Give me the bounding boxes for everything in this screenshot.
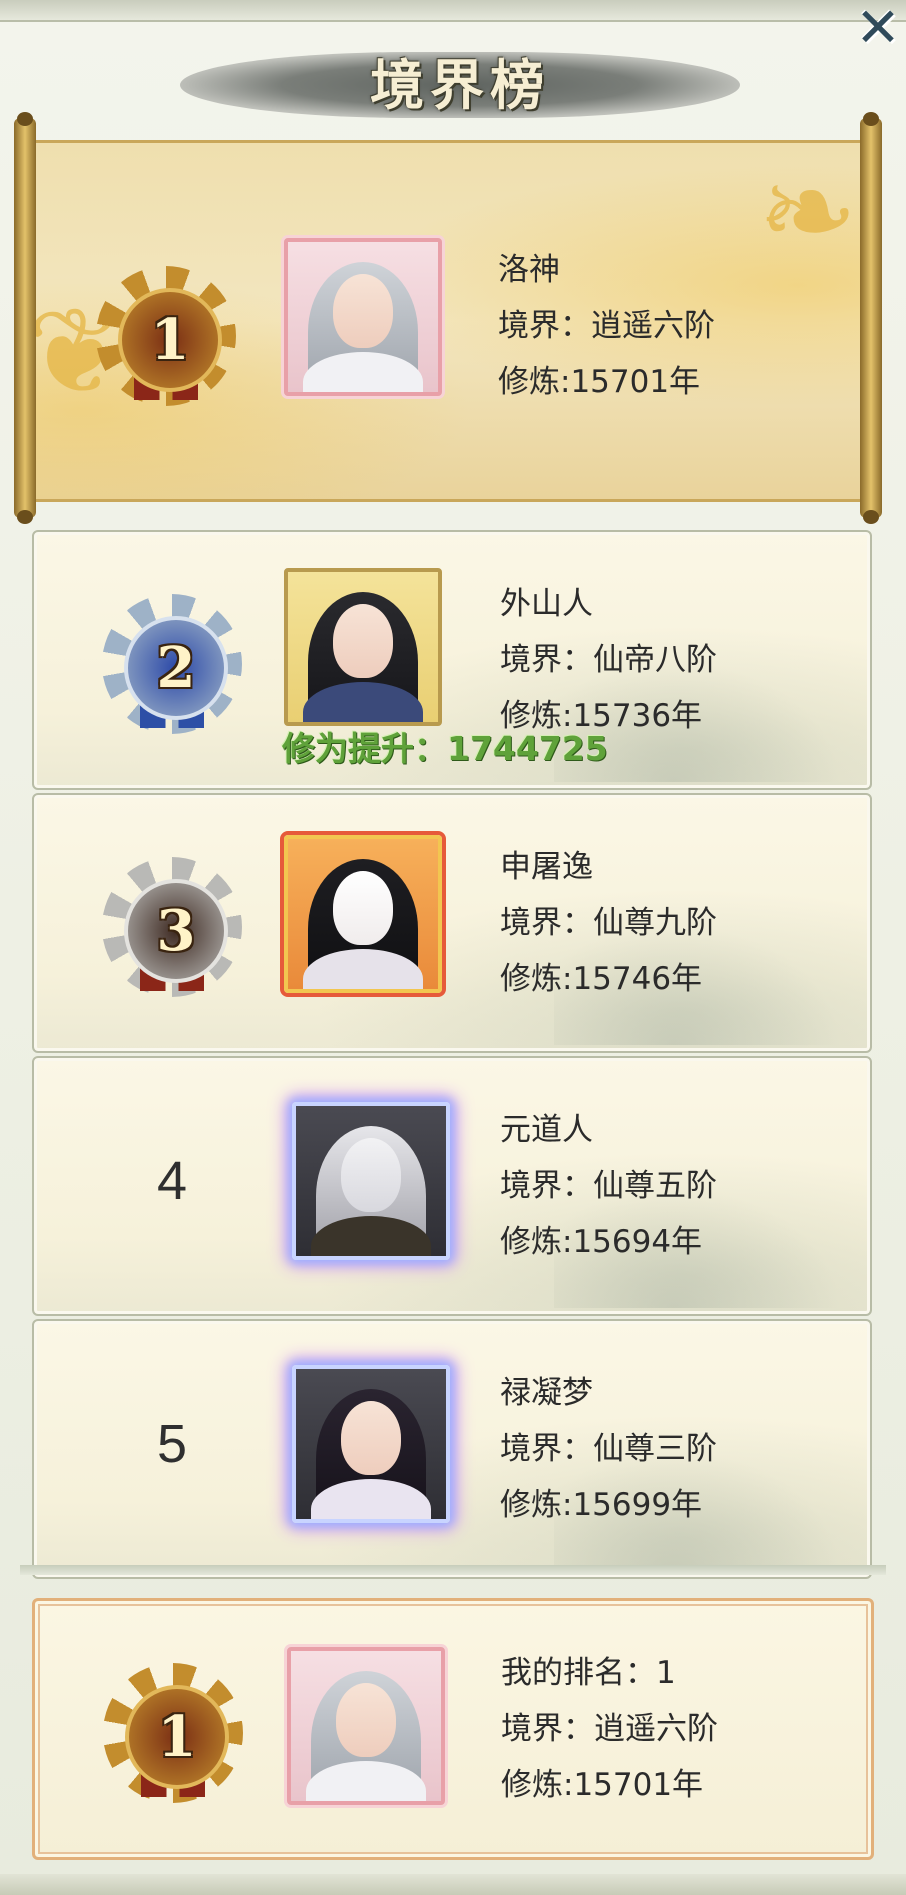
- player-name: 外山人: [500, 586, 593, 622]
- player-name: 申屠逸: [500, 849, 593, 885]
- player-avatar[interactable]: [284, 568, 442, 726]
- player-info: 元道人 境界：仙尊五阶 修炼:15694年: [500, 1102, 717, 1270]
- player-name: 禄凝梦: [500, 1375, 593, 1411]
- top-border: [0, 0, 906, 22]
- player-realm: 境界：仙尊五阶: [500, 1168, 717, 1204]
- my-rank-card[interactable]: 1 我的排名：1 境界：逍遥六阶 修炼:15701年: [32, 1598, 874, 1860]
- silver-medal-icon: 3: [102, 857, 242, 997]
- close-button[interactable]: ✕: [850, 0, 906, 56]
- phoenix-right-decoration: ❧: [757, 143, 858, 282]
- player-cultivation: 修炼:15701年: [498, 364, 701, 400]
- player-info: 洛神 境界：逍遥六阶 修炼:15701年: [498, 242, 715, 410]
- player-cultivation: 修炼:15694年: [500, 1224, 703, 1260]
- player-avatar[interactable]: [292, 1102, 450, 1260]
- player-info: 外山人 境界：仙帝八阶 修炼:15736年: [500, 576, 717, 744]
- title-banner: 境界榜: [180, 42, 740, 128]
- bottom-border: [0, 1874, 906, 1895]
- list-divider: [20, 1565, 886, 1575]
- player-info: 申屠逸 境界：仙尊九阶 修炼:15746年: [500, 839, 717, 1007]
- scroll-rod-right: [860, 112, 882, 524]
- player-avatar[interactable]: [292, 1365, 450, 1523]
- rank-number: 5: [156, 1414, 188, 1474]
- blue-medal-icon: 2: [102, 594, 242, 734]
- medal-rank-number: 1: [150, 307, 190, 373]
- medal-rank-number: 1: [157, 1704, 197, 1770]
- player-info: 禄凝梦 境界：仙尊三阶 修炼:15699年: [500, 1365, 717, 1533]
- list-item[interactable]: 3 申屠逸 境界：仙尊九阶 修炼:15746年: [32, 793, 872, 1053]
- player-cultivation: 修炼:15699年: [500, 1487, 703, 1523]
- player-realm: 境界：仙尊三阶: [500, 1431, 717, 1467]
- player-realm: 境界：仙帝八阶: [500, 642, 717, 678]
- medal-rank-number: 3: [156, 898, 196, 964]
- list-item[interactable]: 4 元道人 境界：仙尊五阶 修炼:15694年: [32, 1056, 872, 1316]
- list-item[interactable]: 5 禄凝梦 境界：仙尊三阶 修炼:15699年: [32, 1319, 872, 1579]
- gold-medal-icon: 1: [103, 1663, 243, 1803]
- my-rank-label: 我的排名：1: [501, 1655, 676, 1691]
- gold-medal-icon: 1: [96, 266, 236, 406]
- my-rank-info: 我的排名：1 境界：逍遥六阶 修炼:15701年: [501, 1645, 718, 1813]
- player-realm: 境界：仙尊九阶: [500, 905, 717, 941]
- player-avatar[interactable]: [284, 835, 442, 993]
- player-avatar[interactable]: [284, 238, 442, 396]
- page-title: 境界榜: [370, 53, 550, 117]
- my-cultivation: 修炼:15701年: [501, 1767, 704, 1803]
- cultivation-gain-popup: 修为提升：1744725: [282, 729, 608, 768]
- leaderboard-panel: ✕ 境界榜 ❦ ❧ 1 洛神 境界：逍遥六阶 修炼:15701年 2 外山人 境…: [0, 0, 906, 1895]
- my-avatar[interactable]: [287, 1647, 445, 1805]
- player-name: 元道人: [500, 1112, 593, 1148]
- player-name: 洛神: [498, 252, 560, 288]
- my-realm: 境界：逍遥六阶: [501, 1711, 718, 1747]
- player-realm: 境界：逍遥六阶: [498, 308, 715, 344]
- rank-number: 4: [156, 1151, 188, 1211]
- player-cultivation: 修炼:15746年: [500, 961, 703, 997]
- medal-rank-number: 2: [156, 635, 196, 701]
- rank-1-scroll[interactable]: ❦ ❧ 1 洛神 境界：逍遥六阶 修炼:15701年: [14, 112, 882, 524]
- scroll-rod-left: [14, 112, 36, 524]
- close-icon: ✕: [855, 0, 901, 59]
